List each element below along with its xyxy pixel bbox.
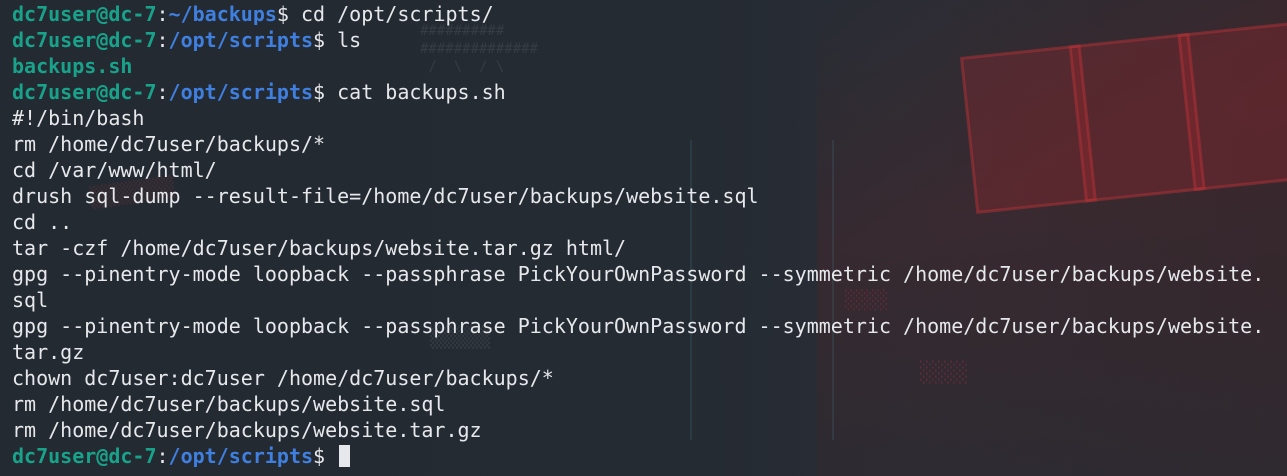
prompt-symbol: $ (276, 2, 302, 26)
prompt-separator: : (156, 2, 169, 26)
command-text: cd /opt/scripts/ (301, 2, 494, 26)
prompt-user-host: dc7user@dc-7 (12, 2, 157, 26)
output-line: cd .. (12, 210, 73, 234)
file-name: backups.sh (12, 54, 133, 78)
text-cursor[interactable] (339, 445, 351, 467)
prompt-symbol: $ (313, 444, 338, 468)
prompt-line: dc7user@dc-7:~/backups$ cd /opt/scripts/ (12, 1, 1277, 27)
output-line: rm /home/dc7user/backups/website.tar.gz (12, 418, 482, 442)
terminal-window[interactable]: ########## ############## / \ / \ ▒▒▒▒▒▒▒… (0, 0, 1287, 476)
prompt-line: dc7user@dc-7:/opt/scripts$ (12, 443, 1277, 469)
prompt-symbol: $ (313, 28, 338, 52)
prompt-path: /opt/scripts (168, 28, 314, 52)
output-line: gpg --pinentry-mode loopback --passphras… (12, 262, 1265, 286)
prompt-separator: : (156, 444, 169, 468)
prompt-line: dc7user@dc-7:/opt/scripts$ ls (12, 27, 1277, 53)
output-line: tar -czf /home/dc7user/backups/website.t… (12, 236, 627, 260)
prompt-line: dc7user@dc-7:/opt/scripts$ cat backups.s… (12, 79, 1277, 105)
prompt-user-host: dc7user@dc-7 (12, 80, 157, 104)
terminal-output[interactable]: dc7user@dc-7:~/backups$ cd /opt/scripts/… (12, 1, 1277, 469)
prompt-symbol: $ (313, 80, 338, 104)
output-line: sql (12, 288, 49, 312)
command-text: ls (337, 28, 362, 52)
prompt-separator: : (156, 80, 169, 104)
output-line: drush sql-dump --result-file=/home/dc7us… (12, 184, 759, 208)
output-line: cd /var/www/html/ (12, 158, 217, 182)
output-line: rm /home/dc7user/backups/* (12, 132, 326, 156)
command-text: cat backups.sh (337, 80, 506, 104)
output-line: tar.gz (12, 340, 85, 364)
prompt-path: ~/backups (168, 2, 277, 26)
output-line: rm /home/dc7user/backups/website.sql (12, 392, 446, 416)
ls-output-line: backups.sh (12, 53, 1277, 79)
prompt-user-host: dc7user@dc-7 (12, 28, 157, 52)
output-line: chown dc7user:dc7user /home/dc7user/back… (12, 366, 554, 390)
prompt-path: /opt/scripts (168, 444, 314, 468)
prompt-user-host: dc7user@dc-7 (12, 444, 157, 468)
output-line: gpg --pinentry-mode loopback --passphras… (12, 314, 1265, 338)
prompt-path: /opt/scripts (168, 80, 314, 104)
prompt-separator: : (156, 28, 169, 52)
output-line: #!/bin/bash (12, 106, 145, 130)
